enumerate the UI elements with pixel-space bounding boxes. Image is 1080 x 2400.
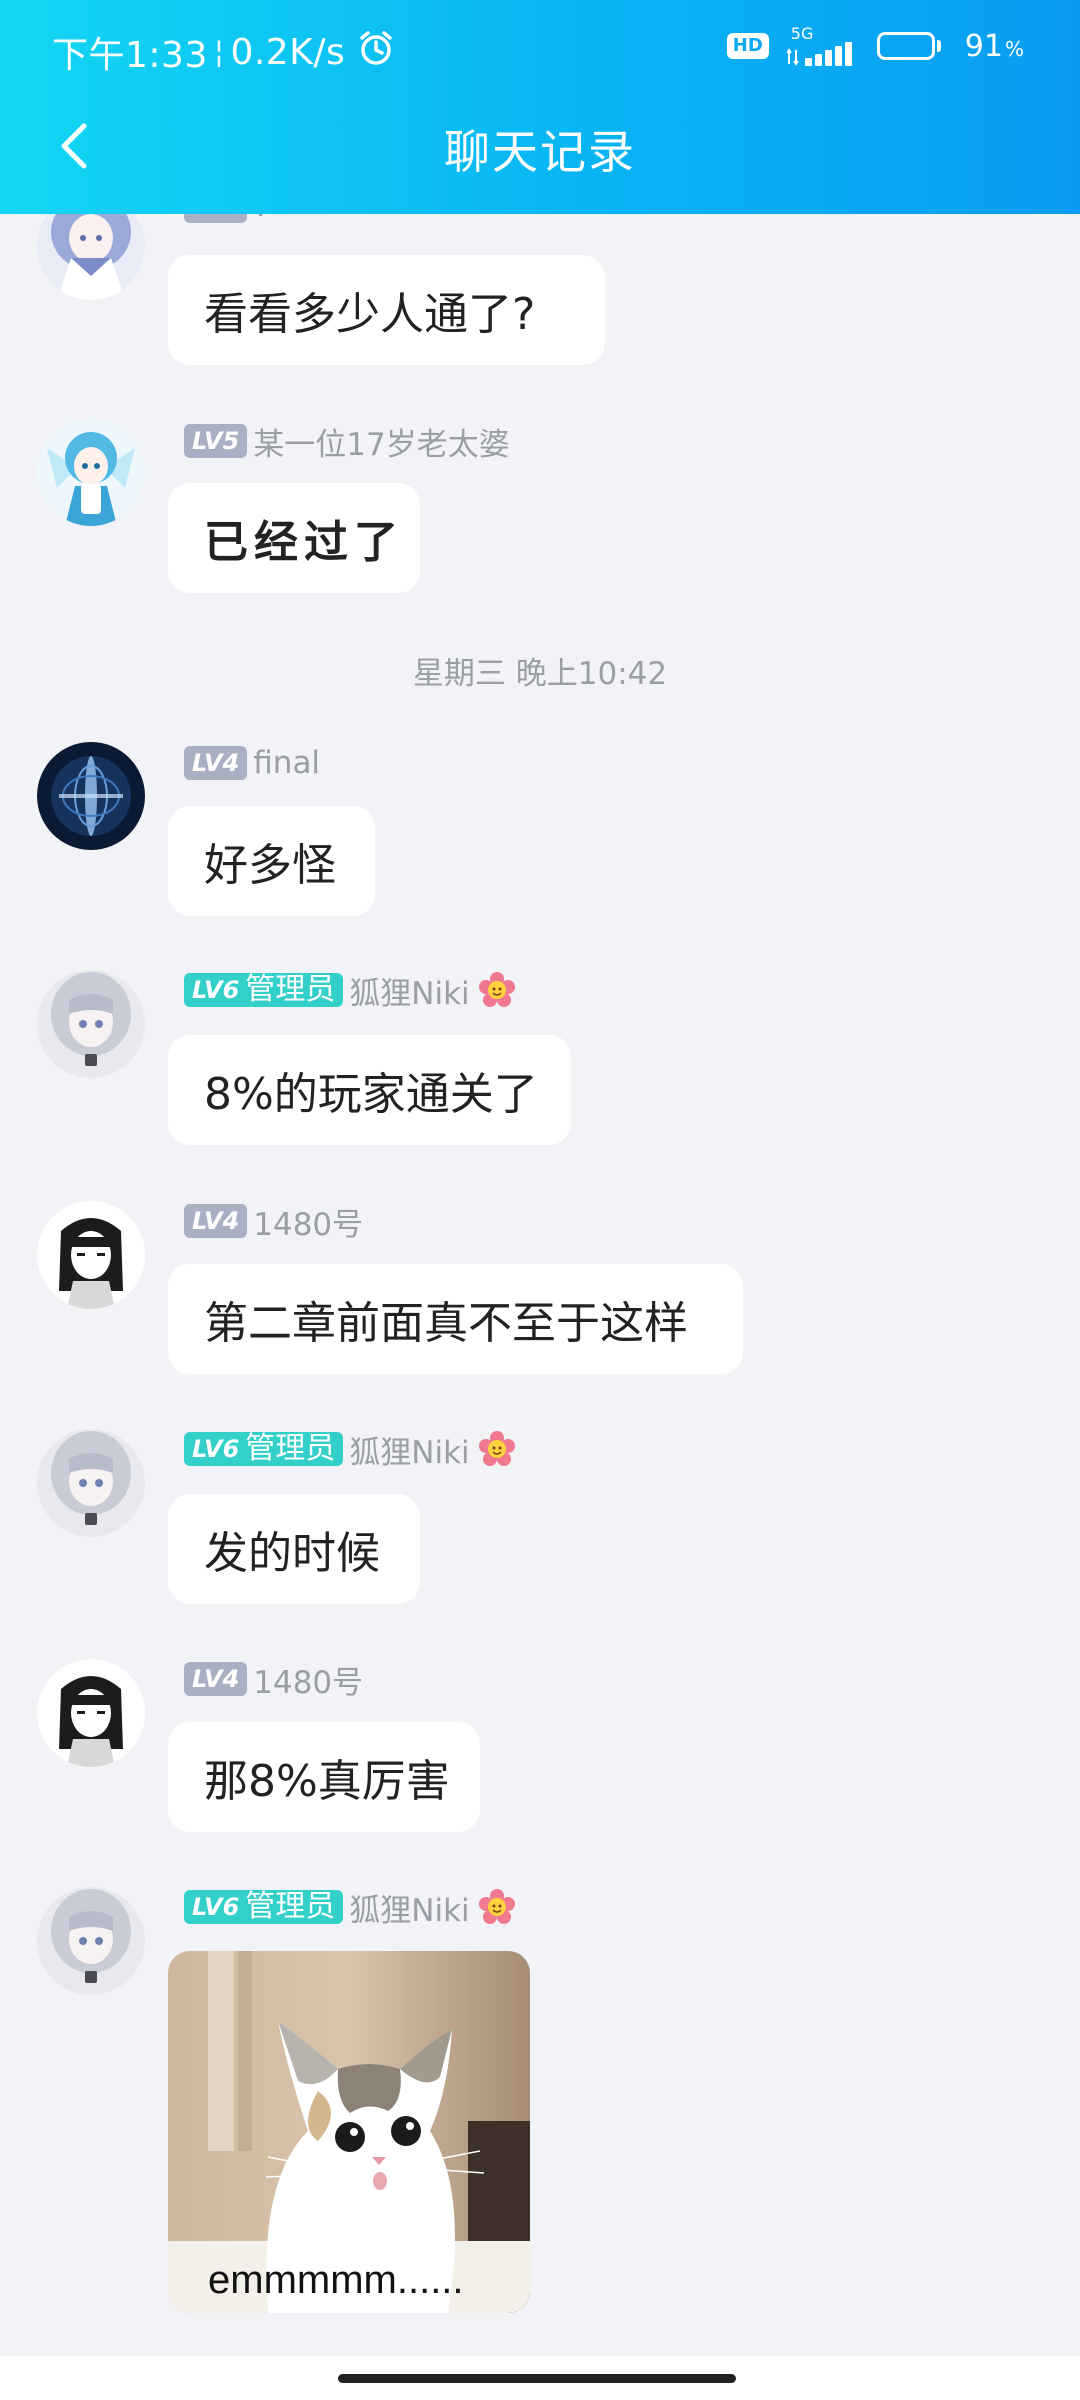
network-indicator: 5G <box>786 24 853 66</box>
status-separator: ¦ <box>213 34 225 70</box>
message-bubble[interactable]: 好多怪 <box>168 806 375 916</box>
avatar[interactable] <box>37 1887 145 1995</box>
sender-name[interactable]: 某一位17岁老太婆 <box>253 419 509 464</box>
cat-meme-image[interactable]: emmmmm...... <box>168 1951 530 2313</box>
sender-name[interactable]: 1480号 <box>253 1199 363 1244</box>
avatar[interactable] <box>37 970 145 1078</box>
message-bubble[interactable]: 8%的玩家通关了 <box>168 1035 571 1145</box>
message-bubble[interactable]: 看看多少人通了? <box>168 255 605 365</box>
flower-face-icon <box>478 1431 515 1466</box>
message-meta: LV5 某一位17岁老太婆 <box>184 419 510 464</box>
gesture-nav-bar <box>0 2356 1080 2400</box>
status-right: HD 5G 91% <box>726 24 1024 66</box>
time-divider: 星期三 晚上10:42 <box>412 656 668 692</box>
level-badge: LV4 <box>184 1204 248 1238</box>
battery-icon <box>876 32 941 60</box>
message-meta: LV4 1480号 <box>184 1199 363 1244</box>
message-bubble[interactable]: 那8%真厉害 <box>168 1722 480 1832</box>
battery-percent: 91% <box>964 28 1024 64</box>
image-caption: emmmmm...... <box>208 2258 464 2302</box>
hd-badge: HD <box>726 33 769 59</box>
status-left: 下午1:33 ¦ 0.2K/s <box>52 26 395 78</box>
alarm-clock-icon <box>357 29 395 76</box>
message-meta: LV6 管理员 狐狸Niki <box>184 1427 516 1472</box>
level-badge: LV6 <box>184 1432 244 1466</box>
message-meta: LV6 管理员 狐狸Niki <box>184 1885 516 1930</box>
level-badge: LV6 <box>184 1890 244 1924</box>
sender-name[interactable]: final <box>253 745 320 781</box>
avatar[interactable] <box>37 1201 145 1309</box>
level-badge: LV6 <box>184 973 244 1007</box>
message-meta: LV4 final <box>184 743 320 783</box>
home-indicator[interactable] <box>338 2374 736 2383</box>
net-speed: 0.2K/s <box>230 31 346 73</box>
header: 下午1:33 ¦ 0.2K/s HD 5G 91 % 聊天记录 <box>0 0 1080 214</box>
flower-face-icon <box>478 1889 515 1924</box>
admin-tag: 管理员 <box>243 1890 344 1924</box>
network-type: 5G <box>790 24 814 43</box>
status-time: 下午1:33 <box>52 35 208 76</box>
admin-tag: 管理员 <box>243 1432 344 1466</box>
message-bubble[interactable]: 已经过了 <box>168 483 420 593</box>
flower-face-icon <box>478 972 515 1007</box>
message-bubble[interactable]: 第二章前面真不至于这样 <box>168 1264 743 1374</box>
level-badge: LV4 <box>184 746 248 780</box>
admin-tag: 管理员 <box>243 973 344 1007</box>
avatar[interactable] <box>37 1659 145 1767</box>
page-title: 聊天记录 <box>444 125 636 179</box>
message-meta: LV6 管理员 狐狸Niki <box>184 968 516 1013</box>
signal-bars-icon <box>786 42 852 66</box>
status-bar: 下午1:33 ¦ 0.2K/s HD 5G 91 % <box>0 0 1080 100</box>
avatar[interactable] <box>37 1429 145 1537</box>
level-badge: LV5 <box>184 424 248 458</box>
title-bar: 聊天记录 <box>0 100 1080 214</box>
message-meta: LV4 1480号 <box>184 1657 363 1702</box>
level-badge: LV4 <box>184 1662 248 1696</box>
message-bubble[interactable]: 发的时候 <box>168 1494 420 1604</box>
sender-name[interactable]: 狐狸Niki <box>349 968 469 1013</box>
sender-name[interactable]: 1480号 <box>253 1657 363 1702</box>
avatar[interactable] <box>37 418 145 526</box>
sender-name[interactable]: 狐狸Niki <box>349 1885 469 1930</box>
avatar[interactable] <box>37 742 145 850</box>
sender-name[interactable]: 狐狸Niki <box>349 1427 469 1472</box>
